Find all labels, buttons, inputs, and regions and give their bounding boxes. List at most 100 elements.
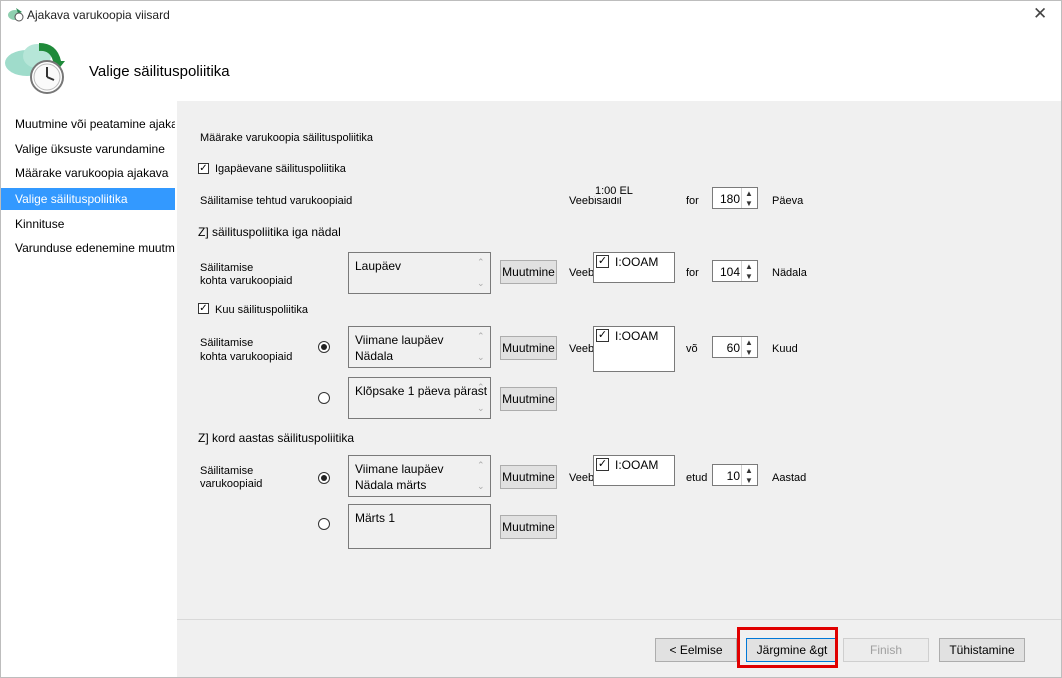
time-picker-value: I:OOAM: [615, 329, 659, 343]
page-title: Valige säilituspoliitika: [89, 63, 230, 80]
yearly-section-title: Z] kord aastas säilituspoliitika: [198, 431, 355, 445]
chevron-down-icon[interactable]: ⌄: [477, 352, 485, 363]
app-icon: [8, 8, 24, 22]
monthly-modify-button[interactable]: Muutmine: [500, 336, 557, 360]
stepper-arrows[interactable]: ▲ ▼: [741, 261, 757, 281]
cancel-button[interactable]: Tühistamine: [939, 638, 1025, 662]
monthly-retention-stepper[interactable]: 60 ▲ ▼: [712, 336, 758, 358]
yearly-for-label: etud: [686, 472, 708, 484]
chevron-up-icon[interactable]: ▲: [745, 338, 753, 348]
chevron-down-icon[interactable]: ⌄: [477, 278, 485, 289]
yearly-option2-list[interactable]: Märts 1: [348, 504, 491, 549]
chevron-down-icon[interactable]: ⌄: [477, 481, 485, 492]
stepper-arrows[interactable]: ▲ ▼: [741, 337, 757, 357]
close-icon[interactable]: ✕: [1033, 4, 1047, 24]
yearly-option1-list[interactable]: Viimane laupäev Nädala märts ⌃ ⌄: [348, 455, 491, 497]
chevron-up-icon[interactable]: ⌃: [477, 331, 485, 342]
chevron-down-icon[interactable]: ▼: [745, 272, 753, 282]
monthly-option2-modify-button[interactable]: Muutmine: [500, 387, 557, 411]
weekly-retention-stepper[interactable]: 104 ▲ ▼: [712, 260, 758, 282]
sidebar-item-modify-schedule[interactable]: Muutmine või peatamine ajakava: [1, 113, 175, 135]
monthly-policy-label: Kuu säilituspoliitika: [215, 304, 308, 316]
back-button[interactable]: < Eelmise: [655, 638, 737, 662]
monthly-option2-list[interactable]: Klõpsake 1 päeva pärast ⌃ ⌄: [348, 377, 491, 419]
chevron-up-icon[interactable]: ▲: [745, 262, 753, 272]
monthly-for-label: võ: [686, 343, 698, 355]
weekly-day-list[interactable]: Laupäev ⌃ ⌄: [348, 252, 491, 294]
stepper-value: 10: [726, 469, 740, 483]
yearly-row-label-2: varukoopiaid: [200, 478, 263, 490]
yearly-time-picker[interactable]: ✓ I:OOAM: [593, 455, 675, 486]
monthly-option1-radio[interactable]: [318, 341, 330, 353]
monthly-policy-checkbox[interactable]: ✓: [198, 303, 209, 314]
section-heading: Määrake varukoopia säilituspoliitika: [200, 132, 374, 144]
daily-time-value: 1:00 EL: [595, 185, 633, 197]
cloud-clock-icon: [5, 43, 65, 94]
scrollbar[interactable]: ⌃ ⌄: [474, 456, 490, 496]
stepper-value: 104: [719, 265, 740, 279]
next-button-highlight: [737, 627, 838, 668]
monthly-option2-text: Klõpsake 1 päeva pärast: [355, 384, 488, 398]
main-content: Määrake varukoopia säilituspoliitika ✓ I…: [177, 101, 1061, 619]
title-bar: Ajakava varukoopia viisard ✕: [1, 1, 1061, 29]
scrollbar[interactable]: ⌃ ⌄: [474, 253, 490, 293]
yearly-option2-radio[interactable]: [318, 518, 330, 530]
yearly-option1-radio[interactable]: [318, 472, 330, 484]
daily-row-label: Säilitamise tehtud varukoopiaid: [200, 195, 353, 207]
sidebar-item-select-items[interactable]: Valige üksuste varundamine: [1, 138, 175, 160]
sidebar-item-label: Valige üksuste varundamine: [15, 142, 165, 156]
sidebar-item-progress[interactable]: Varunduse edenemine muutmine: [1, 237, 175, 259]
weekly-time-picker[interactable]: ✓ I:OOAM: [593, 252, 675, 283]
time-picker-checkbox[interactable]: ✓: [596, 255, 609, 268]
yearly-retention-stepper[interactable]: 10 ▲ ▼: [712, 464, 758, 486]
chevron-up-icon[interactable]: ▲: [745, 189, 753, 199]
weekly-row-label: Säilitamise: [200, 262, 254, 274]
wizard-footer: < Eelmise Järgmine &gt Finish Tühistamin…: [177, 619, 1061, 677]
monthly-row-label-2: kohta varukoopiaid: [200, 351, 293, 363]
sidebar-item-label: Määrake varukoopia ajakava: [15, 166, 169, 180]
monthly-option1-list[interactable]: Viimane laupäev Nädala ⌃ ⌄: [348, 326, 491, 368]
daily-policy-checkbox[interactable]: ✓: [198, 163, 209, 174]
daily-retention-stepper[interactable]: 180 ▲ ▼: [712, 187, 758, 209]
monthly-unit-label: Kuud: [772, 343, 798, 355]
daily-unit-label: Päeva: [772, 195, 804, 207]
time-picker-checkbox[interactable]: ✓: [596, 458, 609, 471]
time-picker-value: I:OOAM: [615, 458, 659, 472]
wizard-steps-sidebar: Muutmine või peatamine ajakava Valige ük…: [1, 101, 177, 677]
window-title: Ajakava varukoopia viisard: [27, 8, 170, 22]
chevron-down-icon[interactable]: ▼: [745, 199, 753, 209]
time-picker-value: I:OOAM: [615, 255, 659, 269]
stepper-value: 60: [726, 341, 740, 355]
chevron-down-icon[interactable]: ▼: [745, 348, 753, 358]
daily-policy-label: Igapäevane säilituspoliitika: [215, 163, 346, 175]
chevron-up-icon[interactable]: ▲: [745, 466, 753, 476]
stepper-arrows[interactable]: ▲ ▼: [741, 188, 757, 208]
sidebar-item-backup-schedule[interactable]: Määrake varukoopia ajakava: [1, 162, 175, 184]
weekly-section-title: Z] säilituspoliitika iga nädal: [198, 225, 341, 239]
yearly-unit-label: Aastad: [772, 472, 807, 484]
daily-for-label: for: [686, 195, 699, 207]
monthly-row-label: Säilitamise: [200, 337, 254, 349]
weekly-day-text: Laupäev: [355, 259, 402, 273]
chevron-down-icon[interactable]: ▼: [745, 476, 753, 486]
chevron-down-icon[interactable]: ⌄: [477, 403, 485, 414]
yearly-modify-button[interactable]: Muutmine: [500, 465, 557, 489]
finish-button[interactable]: Finish: [843, 638, 929, 662]
scrollbar[interactable]: ⌃ ⌄: [474, 378, 490, 418]
chevron-up-icon[interactable]: ⌃: [477, 382, 485, 393]
stepper-arrows[interactable]: ▲ ▼: [741, 465, 757, 485]
yearly-option2-modify-button[interactable]: Muutmine: [500, 515, 557, 539]
time-picker-checkbox[interactable]: ✓: [596, 329, 609, 342]
chevron-up-icon[interactable]: ⌃: [477, 460, 485, 471]
chevron-up-icon[interactable]: ⌃: [477, 257, 485, 268]
sidebar-item-label: Kinnituse: [15, 217, 65, 231]
monthly-option1-text: Viimane laupäev Nädala: [355, 333, 444, 363]
sidebar-item-label: Varunduse edenemine muutmine: [15, 241, 175, 255]
sidebar-item-label: Muutmine või peatamine ajakava: [15, 117, 175, 131]
weekly-modify-button[interactable]: Muutmine: [500, 260, 557, 284]
sidebar-item-retention-policy[interactable]: Valige säilituspoliitika: [1, 188, 175, 210]
scrollbar[interactable]: ⌃ ⌄: [474, 327, 490, 367]
sidebar-item-confirmation[interactable]: Kinnituse: [1, 213, 175, 235]
monthly-time-picker[interactable]: ✓ I:OOAM: [593, 326, 675, 372]
monthly-option2-radio[interactable]: [318, 392, 330, 404]
